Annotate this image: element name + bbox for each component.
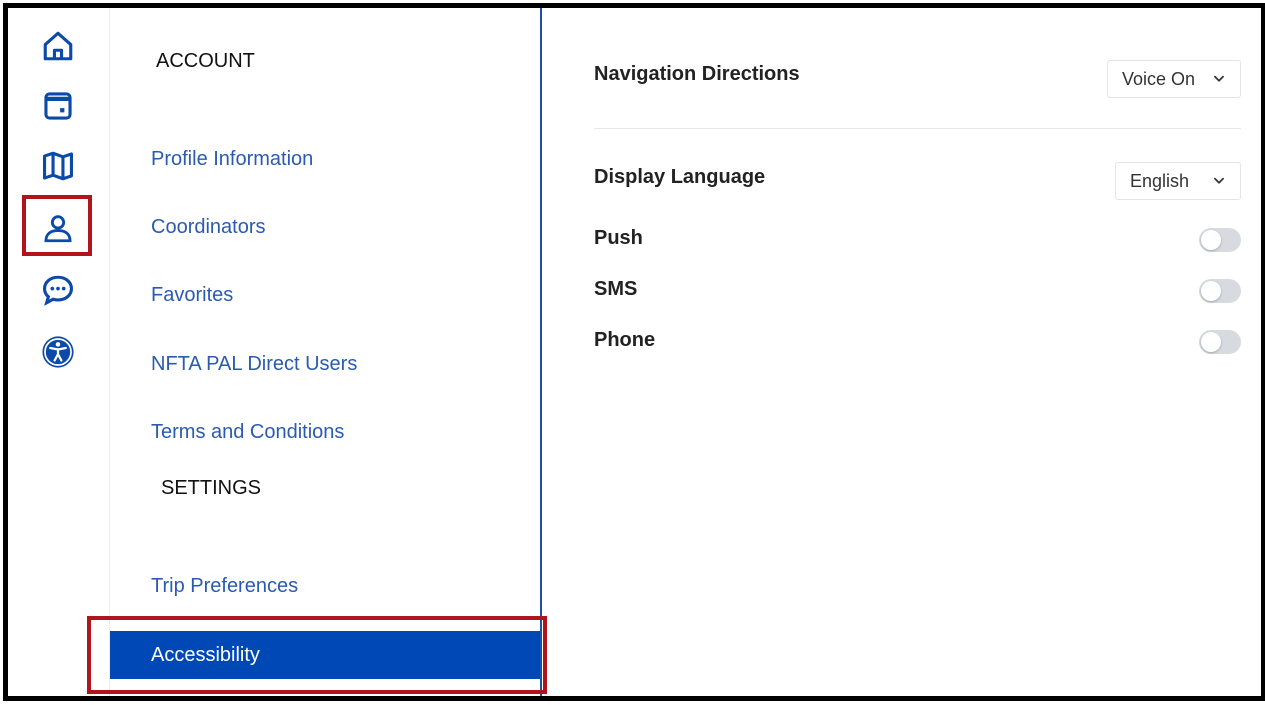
sms-toggle[interactable] bbox=[1199, 279, 1241, 303]
menu-item-favorites[interactable]: Favorites bbox=[151, 284, 233, 307]
navigation-directions-select[interactable]: Voice On bbox=[1107, 60, 1241, 98]
push-toggle[interactable] bbox=[1199, 228, 1241, 252]
icon-rail bbox=[8, 8, 110, 696]
navigation-directions-value: Voice On bbox=[1122, 68, 1196, 89]
display-language-label: Display Language bbox=[594, 166, 766, 188]
toggle-knob bbox=[1201, 281, 1221, 301]
map-icon[interactable] bbox=[40, 148, 76, 184]
settings-section-title: SETTINGS bbox=[161, 477, 262, 499]
toggle-knob bbox=[1201, 332, 1221, 352]
chevron-down-icon bbox=[1214, 177, 1224, 184]
app-window: ACCOUNT Profile Information Coordinators… bbox=[3, 3, 1265, 701]
menu-item-trip-preferences[interactable]: Trip Preferences bbox=[151, 575, 298, 598]
profile-icon[interactable] bbox=[40, 210, 76, 246]
sms-label: SMS bbox=[594, 278, 638, 300]
push-label: Push bbox=[594, 227, 643, 249]
menu-item-coordinators[interactable]: Coordinators bbox=[151, 216, 266, 239]
display-language-select[interactable]: English bbox=[1115, 162, 1241, 200]
menu-item-accessibility[interactable]: Accessibility bbox=[110, 631, 540, 679]
phone-toggle[interactable] bbox=[1199, 330, 1241, 354]
navigation-directions-label: Navigation Directions bbox=[594, 63, 800, 85]
settings-menu: ACCOUNT Profile Information Coordinators… bbox=[110, 8, 542, 696]
accessibility-settings-panel: Navigation Directions Voice On Display L… bbox=[542, 8, 1261, 696]
accessibility-icon[interactable] bbox=[40, 334, 76, 370]
phone-label: Phone bbox=[594, 329, 656, 351]
home-icon[interactable] bbox=[40, 28, 76, 64]
menu-item-profile-information[interactable]: Profile Information bbox=[151, 148, 313, 171]
display-language-value: English bbox=[1130, 170, 1190, 191]
menu-item-terms-and-conditions[interactable]: Terms and Conditions bbox=[151, 421, 344, 444]
calendar-icon[interactable] bbox=[40, 88, 76, 124]
divider bbox=[594, 128, 1241, 129]
chat-icon[interactable] bbox=[40, 272, 76, 308]
account-section-title: ACCOUNT bbox=[156, 50, 255, 72]
chevron-down-icon bbox=[1214, 75, 1224, 82]
toggle-knob bbox=[1201, 230, 1221, 250]
menu-item-nfta-pal-direct-users[interactable]: NFTA PAL Direct Users bbox=[151, 353, 357, 376]
